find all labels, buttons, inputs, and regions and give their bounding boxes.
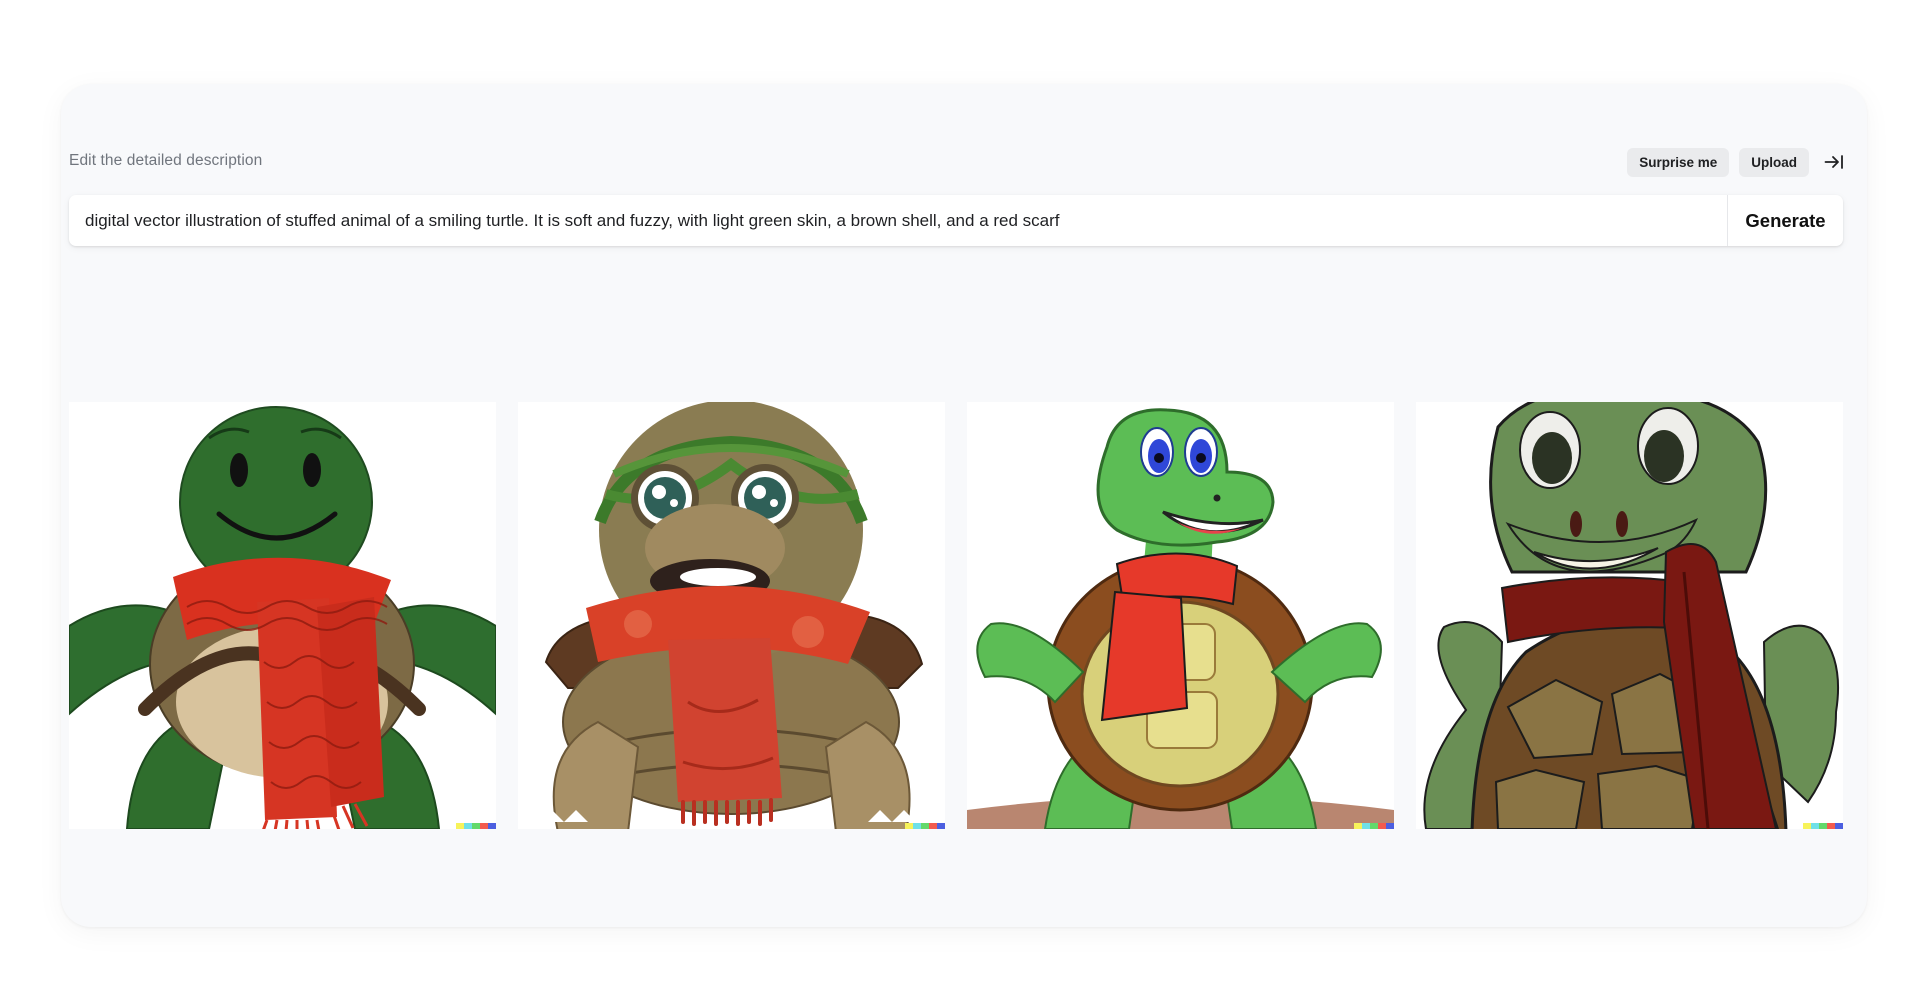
generate-button[interactable]: Generate [1727, 195, 1843, 246]
editor-actions: Surprise me Upload [1627, 147, 1849, 177]
turtle-illustration-2 [518, 402, 945, 829]
result-image-3[interactable] [967, 402, 1394, 829]
prompt-input[interactable] [69, 195, 1727, 246]
results-grid [69, 402, 1843, 829]
result-image-1[interactable] [69, 402, 496, 829]
dalle-signature-3 [1354, 823, 1394, 829]
surprise-me-button[interactable]: Surprise me [1627, 147, 1730, 177]
turtle-illustration-3 [967, 402, 1394, 829]
dalle-editor-panel: Edit the detailed description Surprise m… [61, 84, 1867, 927]
dalle-signature-4 [1803, 823, 1843, 829]
result-image-4[interactable] [1416, 402, 1843, 829]
arrow-right-to-line-icon [1824, 155, 1843, 169]
prompt-bar: Generate [69, 195, 1843, 246]
dalle-signature-1 [456, 823, 496, 829]
collapse-panel-button[interactable] [1819, 147, 1849, 177]
turtle-illustration-4 [1416, 402, 1843, 829]
turtle-illustration-1 [69, 402, 496, 829]
upload-button[interactable]: Upload [1739, 147, 1809, 177]
dalle-signature-2 [905, 823, 945, 829]
edit-description-label: Edit the detailed description [69, 152, 263, 169]
result-image-2[interactable] [518, 402, 945, 829]
